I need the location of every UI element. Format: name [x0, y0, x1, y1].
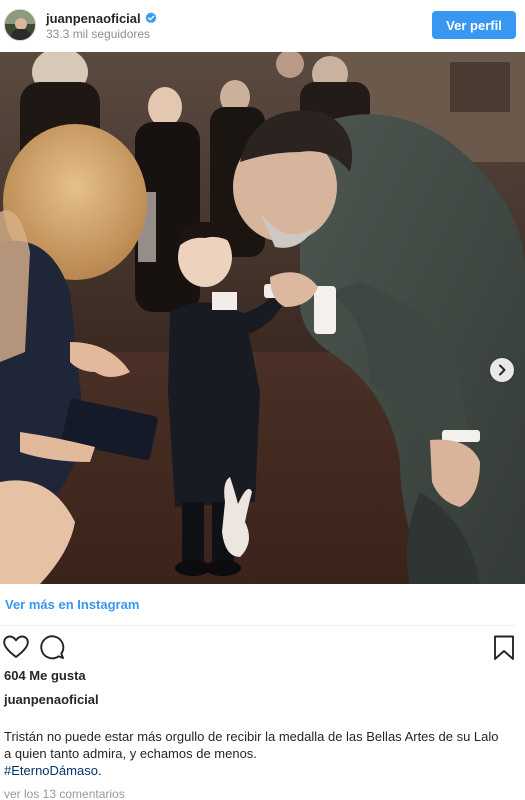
hashtag-link[interactable]: #EternoDámaso. — [4, 763, 102, 778]
caption-body: Tristán no puede estar más orgullo de re… — [4, 729, 499, 761]
comment-icon[interactable] — [39, 634, 65, 660]
post-photo[interactable] — [0, 52, 525, 584]
avatar-body — [11, 29, 31, 40]
likes-count[interactable]: 604 Me gusta — [4, 668, 86, 683]
username-link[interactable]: juanpenaoficial — [46, 11, 141, 26]
username-row: juanpenaoficial — [46, 10, 157, 26]
bookmark-icon[interactable] — [493, 635, 515, 661]
next-photo-button[interactable] — [490, 358, 514, 382]
view-comments-link[interactable]: ver los 13 comentarios — [4, 787, 125, 800]
post-header: juanpenaoficial 33.3 mil seguidores Ver … — [0, 0, 525, 52]
caption-username[interactable]: juanpenaoficial — [4, 692, 99, 707]
divider — [0, 625, 515, 626]
verified-badge-icon — [145, 12, 157, 23]
caption-text: Tristán no puede estar más orgullo de re… — [4, 728, 509, 779]
avatar[interactable] — [4, 9, 36, 41]
follower-count: 33.3 mil seguidores — [46, 27, 151, 41]
heart-icon[interactable] — [3, 635, 29, 659]
chevron-right-icon — [499, 364, 506, 376]
photo-illustration — [0, 52, 525, 584]
view-profile-button[interactable]: Ver perfil — [432, 11, 516, 39]
view-more-link[interactable]: Ver más en Instagram — [5, 597, 139, 612]
